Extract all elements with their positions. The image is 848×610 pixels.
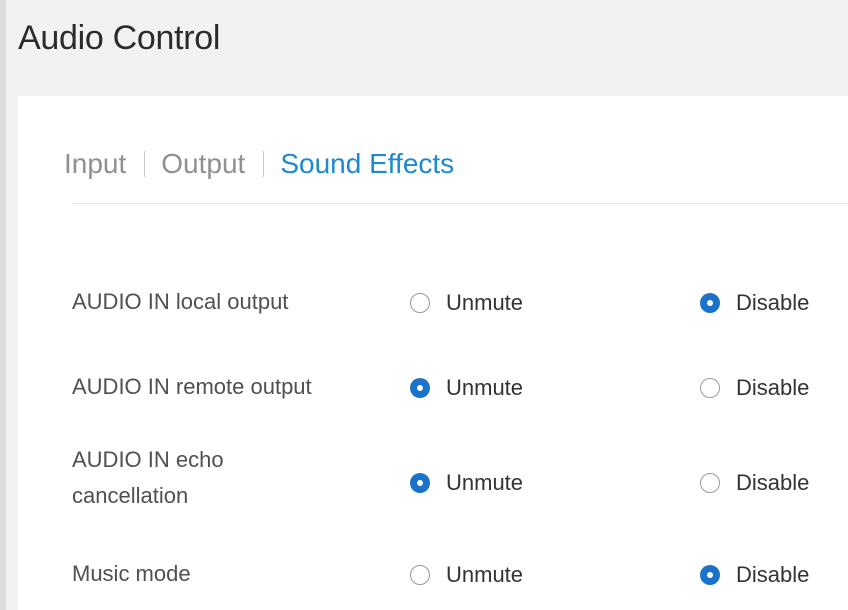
tab-separator — [144, 151, 146, 177]
option-label: Unmute — [446, 470, 524, 495]
radio-checked-icon[interactable] — [410, 378, 430, 398]
tab-separator — [263, 151, 265, 177]
radio-unchecked-icon[interactable] — [700, 473, 720, 493]
setting-row-music-mode: Music mode Unmute Disable — [18, 554, 848, 594]
setting-label: AUDIO IN local output — [72, 289, 289, 314]
remote-output-unmute-radio[interactable]: Unmute — [410, 375, 523, 401]
local-output-disable-radio[interactable]: Disable — [700, 290, 809, 316]
option-label: Unmute — [446, 562, 524, 587]
echo-cancellation-disable-radio[interactable]: Disable — [700, 470, 809, 496]
tab-input[interactable]: Input — [64, 148, 126, 180]
remote-output-disable-radio[interactable]: Disable — [700, 375, 809, 401]
option-label: Unmute — [446, 375, 524, 400]
tab-sound-effects[interactable]: Sound Effects — [280, 148, 454, 180]
echo-cancellation-unmute-radio[interactable]: Unmute — [410, 470, 523, 496]
radio-checked-icon[interactable] — [700, 293, 720, 313]
content-panel: Input Output Sound Effects AUDIO IN loca… — [18, 96, 848, 610]
radio-unchecked-icon[interactable] — [410, 565, 430, 585]
music-mode-disable-radio[interactable]: Disable — [700, 562, 809, 588]
setting-label: AUDIO IN echo cancellation — [72, 447, 224, 508]
option-label: Disable — [736, 470, 810, 495]
option-label: Disable — [736, 290, 810, 315]
radio-checked-icon[interactable] — [700, 565, 720, 585]
radio-checked-icon[interactable] — [410, 473, 430, 493]
page-title: Audio Control — [18, 19, 221, 57]
setting-row-echo-cancellation: AUDIO IN echo cancellation Unmute Disabl… — [18, 442, 848, 522]
setting-row-remote-output: AUDIO IN remote output Unmute Disable — [18, 367, 848, 407]
option-label: Disable — [736, 562, 810, 587]
music-mode-unmute-radio[interactable]: Unmute — [410, 562, 523, 588]
app-window: Audio Control Input Output Sound Effects… — [0, 0, 848, 610]
setting-label: Music mode — [72, 561, 191, 586]
radio-unchecked-icon[interactable] — [410, 293, 430, 313]
setting-row-local-output: AUDIO IN local output Unmute Disable — [18, 282, 848, 322]
option-label: Disable — [736, 375, 810, 400]
tab-bar: Input Output Sound Effects — [64, 142, 454, 186]
tab-output[interactable]: Output — [161, 148, 245, 180]
setting-label: AUDIO IN remote output — [72, 374, 312, 399]
tab-divider — [72, 203, 848, 204]
local-output-unmute-radio[interactable]: Unmute — [410, 290, 523, 316]
left-border — [0, 0, 6, 610]
radio-unchecked-icon[interactable] — [700, 378, 720, 398]
option-label: Unmute — [446, 290, 524, 315]
